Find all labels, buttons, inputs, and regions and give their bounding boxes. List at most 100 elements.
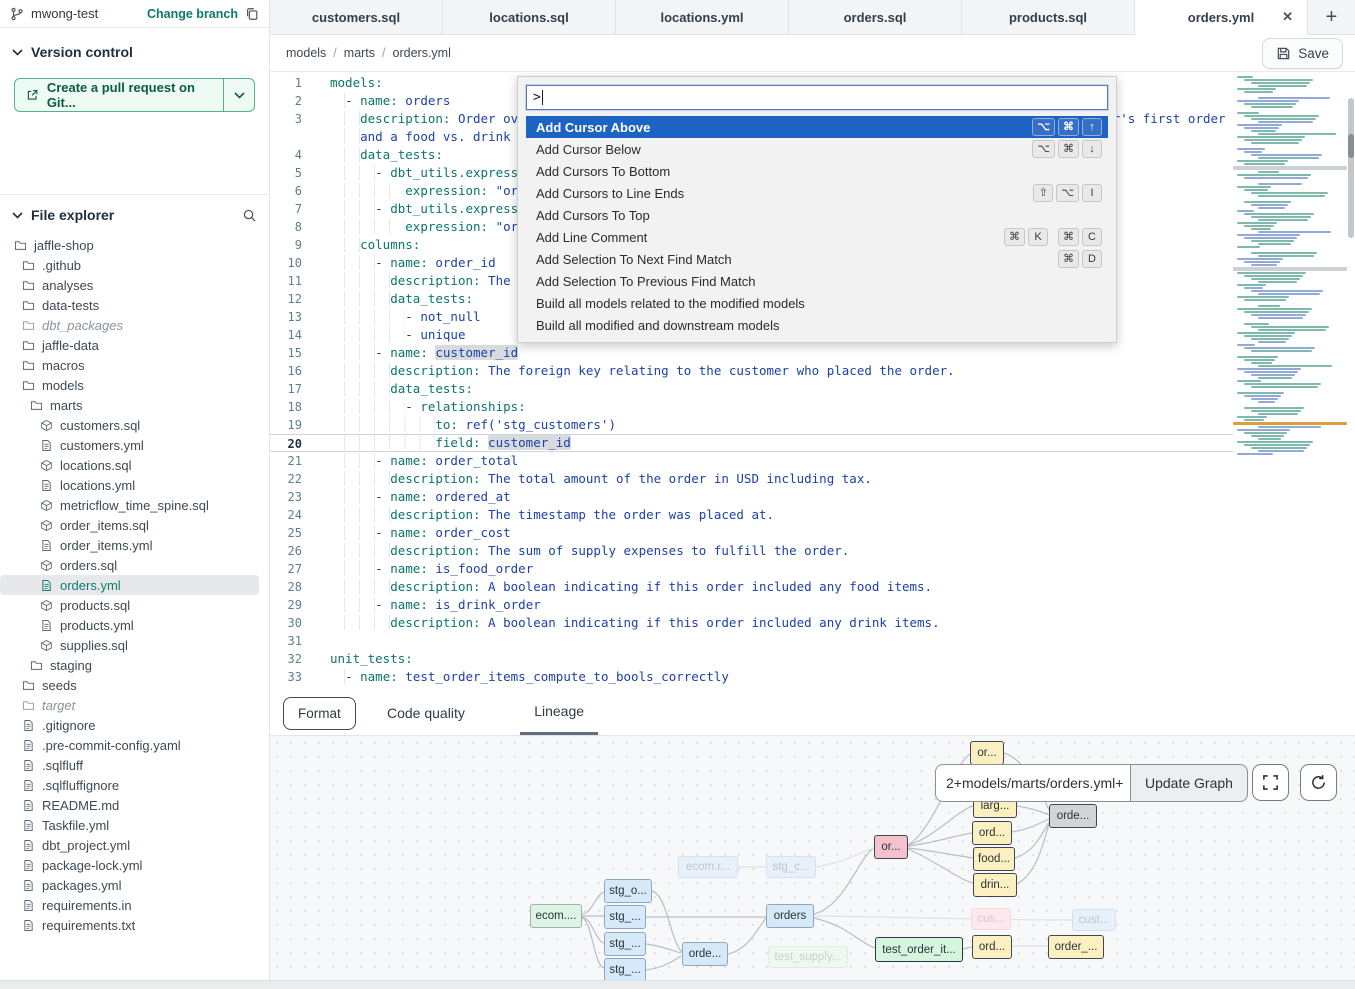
refresh-button[interactable] [1300, 764, 1337, 801]
tab-orders-yml[interactable]: orders.yml✕ [1135, 0, 1308, 35]
tree-item-package-lock-yml[interactable]: package-lock.yml [0, 855, 269, 875]
tab-locations-yml[interactable]: locations.yml [616, 0, 789, 35]
panel-tab-lineage[interactable]: Lineage [520, 690, 598, 735]
graph-selector-input[interactable]: 2+models/marts/orders.yml+ [935, 764, 1130, 802]
palette-item[interactable]: Add Cursors to Line Ends⇧⌥I [526, 182, 1108, 204]
lineage-node[interactable]: or... [970, 741, 1004, 765]
tree-item--sqlfluff[interactable]: .sqlfluff [0, 755, 269, 775]
lineage-node[interactable]: test_supply... [768, 946, 848, 968]
tree-item-dbt-project-yml[interactable]: dbt_project.yml [0, 835, 269, 855]
lineage-graph[interactable]: ecom....stg_o...stg_...stg_...stg_...ord… [270, 735, 1355, 980]
fullscreen-button[interactable] [1252, 764, 1289, 801]
tree-item-metricflow-time-spine-sql[interactable]: metricflow_time_spine.sql [0, 495, 269, 515]
command-palette-input[interactable]: > [526, 85, 1108, 110]
lineage-node[interactable]: drin... [973, 873, 1017, 897]
editor-line[interactable]: 16 description: The foreign key relating… [270, 362, 1233, 380]
editor-line[interactable]: 26 description: The sum of supply expens… [270, 542, 1233, 560]
tree-item-staging[interactable]: staging [0, 655, 269, 675]
palette-item[interactable]: Add Selection To Next Find Match⌘D [526, 248, 1108, 270]
lineage-node[interactable]: orde... [1049, 804, 1097, 828]
change-branch-link[interactable]: Change branch [147, 7, 238, 21]
tree-item-orders-yml[interactable]: orders.yml [0, 575, 259, 595]
tree-item-supplies-sql[interactable]: supplies.sql [0, 635, 269, 655]
editor-line[interactable]: 33 - name: test_order_items_compute_to_b… [270, 668, 1233, 686]
tree-item--sqlfluffignore[interactable]: .sqlfluffignore [0, 775, 269, 795]
pr-button-caret[interactable] [224, 79, 254, 111]
tree-item-products-yml[interactable]: products.yml [0, 615, 269, 635]
file-explorer-section-header[interactable]: File explorer [0, 195, 269, 229]
lineage-node[interactable]: stg_o... [604, 879, 652, 903]
create-pull-request-button[interactable]: Create a pull request on Git... [14, 78, 255, 112]
lineage-node[interactable]: orders [766, 904, 814, 928]
version-control-section-header[interactable]: Version control [0, 28, 269, 68]
lineage-node[interactable]: stg_... [604, 932, 646, 956]
lineage-node[interactable]: orde... [682, 942, 728, 966]
search-icon[interactable] [242, 208, 257, 223]
lineage-node[interactable]: ord... [972, 821, 1012, 845]
palette-item[interactable]: Build all models related to the modified… [526, 292, 1108, 314]
editor-line[interactable]: 19 to: ref('stg_customers') [270, 416, 1233, 434]
lineage-node[interactable]: or... [874, 835, 908, 859]
palette-item[interactable]: Add Selection To Previous Find Match [526, 270, 1108, 292]
tree-item-customers-sql[interactable]: customers.sql [0, 415, 269, 435]
panel-tab-code-quality[interactable]: Code quality [373, 690, 479, 735]
tree-item-models[interactable]: models [0, 375, 269, 395]
lineage-node[interactable]: stg_... [604, 958, 646, 982]
tree-item-locations-sql[interactable]: locations.sql [0, 455, 269, 475]
tree-item-customers-yml[interactable]: customers.yml [0, 435, 269, 455]
breadcrumb-item[interactable]: orders.yml [393, 46, 451, 60]
tree-item-packages-yml[interactable]: packages.yml [0, 875, 269, 895]
editor-line[interactable]: 15 - name: customer_id [270, 344, 1233, 362]
tree-item-products-sql[interactable]: products.sql [0, 595, 269, 615]
lineage-node[interactable]: ord... [972, 935, 1012, 959]
new-tab-button[interactable]: + [1309, 6, 1355, 29]
palette-item[interactable]: Add Line Comment⌘K⌘C [526, 226, 1108, 248]
close-tab-icon[interactable]: ✕ [1282, 9, 1293, 25]
editor-line[interactable]: 27 - name: is_food_order [270, 560, 1233, 578]
lineage-node[interactable]: test_order_it... [875, 937, 963, 962]
tree-item-macros[interactable]: macros [0, 355, 269, 375]
tree-item-data-tests[interactable]: data-tests [0, 295, 269, 315]
tree-item--gitignore[interactable]: .gitignore [0, 715, 269, 735]
palette-item[interactable]: Add Cursors To Bottom [526, 160, 1108, 182]
breadcrumb-item[interactable]: marts [344, 46, 375, 60]
tree-item--github[interactable]: .github [0, 255, 269, 275]
tree-item-taskfile-yml[interactable]: Taskfile.yml [0, 815, 269, 835]
tree-item-marts[interactable]: marts [0, 395, 269, 415]
lineage-node[interactable]: ecom.r... [678, 856, 738, 878]
editor-line[interactable]: 28 description: A boolean indicating if … [270, 578, 1233, 596]
editor-line[interactable]: 18 - relationships: [270, 398, 1233, 416]
tab-products-sql[interactable]: products.sql [962, 0, 1135, 35]
tree-item-seeds[interactable]: seeds [0, 675, 269, 695]
breadcrumb-item[interactable]: models [286, 46, 326, 60]
format-button[interactable]: Format [283, 697, 356, 730]
copy-branch-icon[interactable] [245, 7, 259, 21]
editor-line[interactable]: 32unit_tests: [270, 650, 1233, 668]
tree-item-requirements-txt[interactable]: requirements.txt [0, 915, 269, 935]
tree-item-requirements-in[interactable]: requirements.in [0, 895, 269, 915]
editor-line[interactable]: 17 data_tests: [270, 380, 1233, 398]
tree-item-target[interactable]: target [0, 695, 269, 715]
editor-line[interactable]: 25 - name: order_cost [270, 524, 1233, 542]
editor-current-line[interactable]: 20 field: customer_id [270, 434, 1233, 452]
lineage-node[interactable]: food... [973, 847, 1015, 871]
tree-item-jaffle-shop[interactable]: jaffle-shop [0, 235, 269, 255]
tree-item-readme-md[interactable]: README.md [0, 795, 269, 815]
tab-locations-sql[interactable]: locations.sql [443, 0, 616, 35]
minimap[interactable] [1233, 76, 1347, 462]
editor-line[interactable]: 24 description: The timestamp the order … [270, 506, 1233, 524]
palette-item[interactable]: Build all modified and downstream models [526, 314, 1108, 336]
lineage-node[interactable]: order_... [1048, 935, 1104, 959]
editor-line[interactable]: 21 - name: order_total [270, 452, 1233, 470]
lineage-node[interactable]: stg_... [604, 905, 646, 929]
tree-item-locations-yml[interactable]: locations.yml [0, 475, 269, 495]
tree-item-analyses[interactable]: analyses [0, 275, 269, 295]
palette-item[interactable]: Add Cursors To Top [526, 204, 1108, 226]
editor-line[interactable]: 29 - name: is_drink_order [270, 596, 1233, 614]
tab-orders-sql[interactable]: orders.sql [789, 0, 962, 35]
tree-item-jaffle-data[interactable]: jaffle-data [0, 335, 269, 355]
tree-item-orders-sql[interactable]: orders.sql [0, 555, 269, 575]
editor-line[interactable]: 31 [270, 632, 1233, 650]
palette-item[interactable]: Add Cursor Below⌥⌘↓ [526, 138, 1108, 160]
save-button[interactable]: Save [1262, 38, 1343, 69]
